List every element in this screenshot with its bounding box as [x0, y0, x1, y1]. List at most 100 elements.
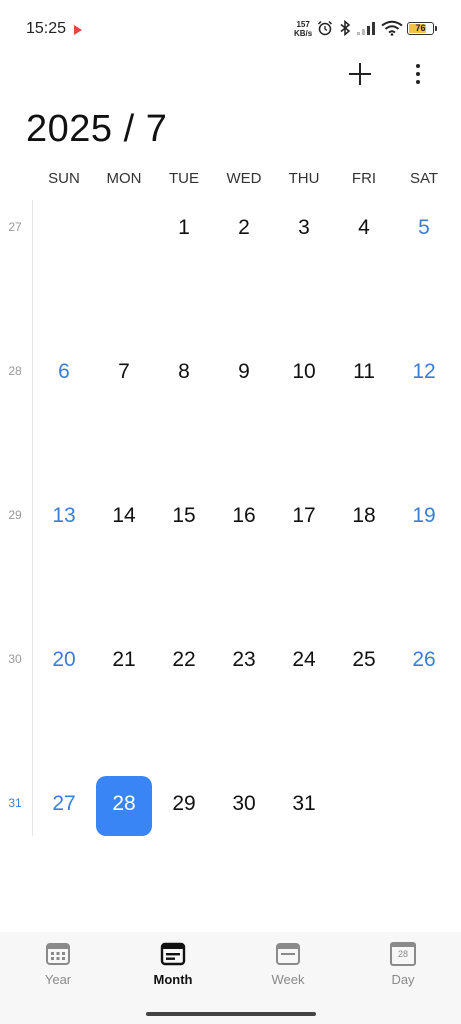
day-cell[interactable]: 8 — [154, 344, 214, 404]
nav-year[interactable]: Year — [18, 942, 98, 1002]
day-cell-background: 27 — [36, 776, 92, 836]
day-cell-background: 9 — [216, 344, 272, 404]
day-cell[interactable]: 29 — [154, 776, 214, 836]
day-cell[interactable]: 4 — [334, 200, 394, 260]
week-number: 29 — [8, 508, 22, 522]
add-event-button[interactable] — [346, 60, 374, 88]
weekday-sat: SAT — [409, 170, 439, 187]
day-number: 28 — [112, 792, 136, 815]
day-number: 13 — [52, 504, 76, 527]
day-cell-background: 19 — [396, 488, 452, 548]
day-cell[interactable]: 20 — [34, 632, 94, 692]
day-number: 7 — [118, 360, 130, 383]
page-title[interactable]: 2025 / 7 — [26, 108, 167, 151]
day-cell-background: 11 — [336, 344, 392, 404]
day-cell[interactable]: 19 — [394, 488, 454, 548]
day-cell-background: 10 — [276, 344, 332, 404]
day-number: 24 — [292, 648, 316, 671]
day-cell[interactable]: 2 — [214, 200, 274, 260]
day-cell-background: 6 — [36, 344, 92, 404]
day-cell[interactable]: 10 — [274, 344, 334, 404]
day-cell[interactable]: 21 — [94, 632, 154, 692]
more-options-button[interactable] — [408, 60, 428, 88]
day-cell-background: 23 — [216, 632, 272, 692]
day-cell-background: 31 — [276, 776, 332, 836]
nav-year-label: Year — [44, 972, 72, 987]
day-icon-date: 28 — [397, 949, 408, 959]
day-cell-background: 21 — [96, 632, 152, 692]
day-cell[interactable]: 17 — [274, 488, 334, 548]
day-number: 14 — [112, 504, 136, 527]
day-cell-background: 2 — [216, 200, 272, 260]
day-cell[interactable]: 11 — [334, 344, 394, 404]
weekday-sun: SUN — [48, 170, 80, 187]
day-cell-background: 5 — [396, 200, 452, 260]
day-number: 10 — [292, 360, 316, 383]
day-cell-background: 26 — [396, 632, 452, 692]
day-cell[interactable]: 30 — [214, 776, 274, 836]
day-number: 31 — [292, 792, 316, 815]
weekday-mon: MON — [106, 170, 142, 187]
battery-level: 76 — [415, 23, 426, 33]
network-speed-unit: KB/s — [294, 29, 313, 38]
day-cell[interactable]: 7 — [94, 344, 154, 404]
day-cell[interactable]: 6 — [34, 344, 94, 404]
day-cell[interactable]: 31 — [274, 776, 334, 836]
day-cell-background: 18 — [336, 488, 392, 548]
alarm-icon — [317, 20, 333, 36]
battery-icon: 76 — [407, 22, 434, 35]
day-cell[interactable]: 27 — [34, 776, 94, 836]
weekday-wed: WED — [226, 170, 262, 187]
day-cell[interactable]: 18 — [334, 488, 394, 548]
week-row: 27 28 29 30 31 — [34, 776, 454, 920]
week-number: 28 — [8, 364, 22, 378]
nav-month[interactable]: Month — [133, 942, 213, 1002]
day-cell[interactable]: 23 — [214, 632, 274, 692]
day-number: 22 — [172, 648, 196, 671]
day-cell-background: 3 — [276, 200, 332, 260]
day-number: 9 — [238, 360, 250, 383]
day-icon: 28 — [390, 942, 416, 966]
day-cell-background: 1 — [156, 200, 212, 260]
more-dot — [416, 80, 420, 84]
day-cell[interactable]: 24 — [274, 632, 334, 692]
signal-icon — [357, 22, 375, 35]
day-cell-background: 20 — [36, 632, 92, 692]
day-cell[interactable]: 9 — [214, 344, 274, 404]
day-cell-background: 30 — [216, 776, 272, 836]
battery-tip — [435, 26, 437, 31]
day-cell[interactable]: 1 — [154, 200, 214, 260]
nav-month-label: Month — [153, 972, 193, 987]
day-number: 23 — [232, 648, 256, 671]
day-number: 5 — [418, 216, 430, 239]
day-cell[interactable]: 25 — [334, 632, 394, 692]
week-row: 20 21 22 23 24 25 26 — [34, 632, 454, 776]
day-cell[interactable]: 12 — [394, 344, 454, 404]
play-store-icon — [74, 25, 82, 35]
day-cell-background: 17 — [276, 488, 332, 548]
nav-week[interactable]: Week — [248, 942, 328, 1002]
day-cell[interactable]: 5 — [394, 200, 454, 260]
day-cell[interactable]: 3 — [274, 200, 334, 260]
wifi-icon — [381, 20, 403, 36]
more-vertical-icon — [416, 64, 420, 68]
day-cell[interactable]: 26 — [394, 632, 454, 692]
nav-day[interactable]: 28 Day — [363, 942, 443, 1002]
day-cell[interactable]: 13 — [34, 488, 94, 548]
day-cell-selected[interactable]: 28 — [94, 776, 154, 836]
network-speed-value: 157 — [296, 20, 310, 29]
day-number: 16 — [232, 504, 256, 527]
day-cell[interactable]: 14 — [94, 488, 154, 548]
network-speed: 157 KB/s — [294, 20, 312, 38]
week-icon — [276, 943, 300, 965]
day-cell-background: 25 — [336, 632, 392, 692]
day-number: 18 — [352, 504, 376, 527]
day-cell[interactable]: 15 — [154, 488, 214, 548]
day-cell[interactable]: 16 — [214, 488, 274, 548]
month-grid: 1 2 3 4 5 6 7 8 9 10 11 12 13 14 15 16 17 18 19 20 21 22 23 24 2… — [34, 200, 454, 920]
day-cell[interactable]: 22 — [154, 632, 214, 692]
week-row: 6 7 8 9 10 11 12 — [34, 344, 454, 488]
home-indicator[interactable] — [146, 1012, 316, 1016]
week-number: 30 — [8, 652, 22, 666]
day-cell-background: 7 — [96, 344, 152, 404]
